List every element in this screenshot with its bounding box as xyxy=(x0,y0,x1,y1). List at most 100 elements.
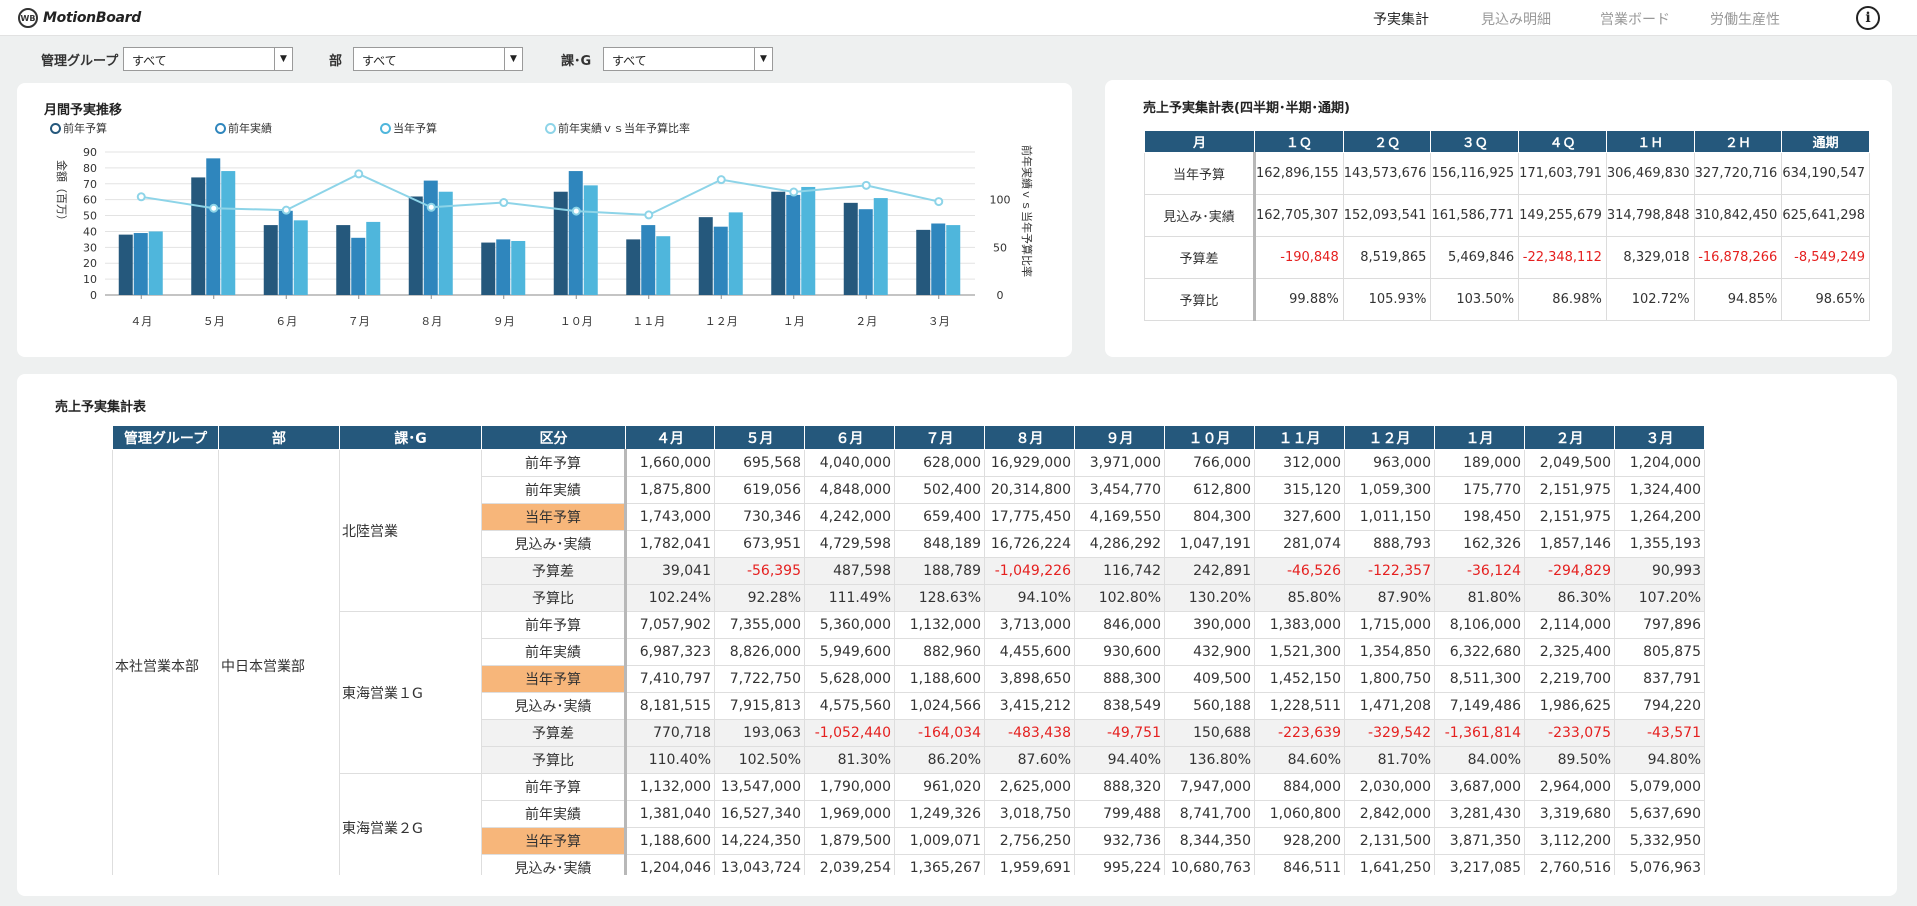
bar-0[interactable] xyxy=(118,234,133,295)
summary-cell: 625,641,298 xyxy=(1781,194,1871,237)
bar-1[interactable] xyxy=(568,171,583,295)
info-icon[interactable]: i xyxy=(1856,6,1880,30)
bar-2[interactable] xyxy=(873,198,888,295)
bar-0[interactable] xyxy=(481,242,496,295)
bar-2[interactable] xyxy=(511,240,526,295)
detail-header-cell[interactable]: ９月 xyxy=(1074,425,1165,450)
detail-header-cell[interactable]: １月 xyxy=(1434,425,1525,450)
ratio-point[interactable] xyxy=(136,192,146,202)
summary-header-cell[interactable]: 月 xyxy=(1144,130,1255,153)
legend-item[interactable]: 前年予算 xyxy=(50,120,107,136)
ratio-point[interactable] xyxy=(861,180,871,190)
filter-select-dept[interactable]: すべて ▼ xyxy=(353,47,523,71)
chevron-down-icon[interactable]: ▼ xyxy=(754,48,772,70)
tab-rodo[interactable]: 労働生産性 xyxy=(1710,9,1780,29)
detail-header-cell[interactable]: ２月 xyxy=(1524,425,1615,450)
detail-value-cell: 2,049,500 xyxy=(1524,449,1615,477)
detail-header-cell[interactable]: ４月 xyxy=(625,425,715,450)
bar-2[interactable] xyxy=(583,185,598,295)
detail-value-cell: 4,169,550 xyxy=(1074,503,1165,531)
summary-header-cell[interactable]: ３Ｑ xyxy=(1430,130,1520,153)
chevron-down-icon[interactable]: ▼ xyxy=(274,48,292,70)
ratio-point[interactable] xyxy=(644,210,654,220)
detail-value-cell: 1,324,400 xyxy=(1614,476,1705,504)
summary-header-cell[interactable]: ４Ｑ xyxy=(1518,130,1607,153)
bar-0[interactable] xyxy=(626,239,641,295)
bar-1[interactable] xyxy=(641,225,656,295)
ratio-point[interactable] xyxy=(354,169,364,179)
detail-value-cell: 2,151,975 xyxy=(1524,476,1615,504)
bar-1[interactable] xyxy=(858,209,873,295)
detail-header-cell[interactable]: １１月 xyxy=(1254,425,1345,450)
bar-0[interactable] xyxy=(771,191,786,295)
bar-1[interactable] xyxy=(931,223,946,296)
bar-1[interactable] xyxy=(206,158,221,295)
summary-cell: 161,586,771 xyxy=(1430,194,1520,237)
summary-header-cell[interactable]: １Ｈ xyxy=(1605,130,1695,153)
ratio-point[interactable] xyxy=(571,206,581,216)
tab-eigyo-board[interactable]: 営業ボード xyxy=(1600,9,1670,29)
legend-item[interactable]: 当年予算 xyxy=(380,120,437,136)
detail-value-cell: -122,357 xyxy=(1344,557,1435,585)
detail-header-cell[interactable]: １２月 xyxy=(1344,425,1435,450)
bar-2[interactable] xyxy=(656,236,671,295)
filter-select-section[interactable]: すべて ▼ xyxy=(603,47,773,71)
filter-select-group[interactable]: すべて ▼ xyxy=(123,47,293,71)
bar-1[interactable] xyxy=(351,237,366,295)
legend-item[interactable]: 前年実績ｖｓ当年予算比率 xyxy=(545,120,690,136)
detail-header-cell[interactable]: ８月 xyxy=(984,425,1075,450)
table-row: 予算比 99.88% 105.93% 103.50% 86.98% 102.72% 94.8… xyxy=(1144,278,1871,321)
bar-2[interactable] xyxy=(221,171,236,295)
summary-header-cell[interactable]: ２Ｈ xyxy=(1693,130,1783,153)
bar-2[interactable] xyxy=(946,225,961,295)
summary-cell: 162,705,307 xyxy=(1254,194,1344,237)
ratio-point[interactable] xyxy=(281,205,291,215)
ratio-point[interactable] xyxy=(499,198,509,208)
bar-0[interactable] xyxy=(698,217,713,295)
chevron-down-icon[interactable]: ▼ xyxy=(504,48,522,70)
bar-2[interactable] xyxy=(148,231,163,295)
detail-header-cell[interactable]: １０月 xyxy=(1164,425,1255,450)
detail-header-cell[interactable]: 区分 xyxy=(481,425,626,450)
bar-1[interactable] xyxy=(133,233,148,295)
detail-table-scroll[interactable]: 管理グループ部課･G 区分 ４月 ５月 ６月 ７月 ８月 ９月 １０月 １１月 １２月 １月 ２月 ３月 … xyxy=(112,425,1712,875)
detail-header-cell[interactable]: 部 xyxy=(218,425,340,450)
bar-0[interactable] xyxy=(408,196,423,295)
bar-1[interactable] xyxy=(278,210,293,295)
detail-value-cell: 102.80% xyxy=(1074,584,1165,612)
legend-item[interactable]: 前年実績 xyxy=(215,120,272,136)
tab-yojitsu[interactable]: 予実集計 xyxy=(1373,9,1429,29)
bar-0[interactable] xyxy=(843,202,858,295)
detail-value-cell: 3,217,085 xyxy=(1434,854,1525,875)
detail-header-cell[interactable]: ６月 xyxy=(804,425,895,450)
ratio-point[interactable] xyxy=(789,187,799,197)
bar-2[interactable] xyxy=(801,186,816,295)
bar-0[interactable] xyxy=(191,177,206,295)
bar-0[interactable] xyxy=(916,229,931,295)
detail-header-cell[interactable]: ７月 xyxy=(894,425,985,450)
detail-header-cell[interactable]: ３月 xyxy=(1614,425,1705,450)
bar-0[interactable] xyxy=(336,225,351,295)
detail-value-cell: 1,383,000 xyxy=(1254,611,1345,639)
bar-0[interactable] xyxy=(553,191,568,295)
summary-header-cell[interactable]: １Ｑ xyxy=(1254,130,1344,153)
summary-header-cell[interactable]: ２Ｑ xyxy=(1342,130,1432,153)
summary-header-cell[interactable]: 通期 xyxy=(1781,130,1871,153)
ratio-point[interactable] xyxy=(716,175,726,185)
table-row: 当年予算 162,896,155 143,573,676 156,116,925 171… xyxy=(1144,152,1871,195)
detail-header-cell[interactable]: 課･G xyxy=(339,425,482,450)
bar-1[interactable] xyxy=(786,194,801,295)
bar-1[interactable] xyxy=(496,239,511,295)
bar-2[interactable] xyxy=(293,220,308,295)
bar-1[interactable] xyxy=(713,226,728,295)
ratio-point[interactable] xyxy=(209,203,219,213)
tab-mikomi[interactable]: 見込み明細 xyxy=(1481,9,1551,29)
detail-header-cell[interactable]: ５月 xyxy=(714,425,805,450)
bar-0[interactable] xyxy=(263,225,278,295)
ratio-point[interactable] xyxy=(934,197,944,207)
detail-header-cell[interactable]: 管理グループ xyxy=(112,425,219,450)
ratio-point[interactable] xyxy=(426,202,436,212)
bar-2[interactable] xyxy=(728,212,743,295)
bar-2[interactable] xyxy=(366,221,381,295)
bar-1[interactable] xyxy=(423,180,438,295)
